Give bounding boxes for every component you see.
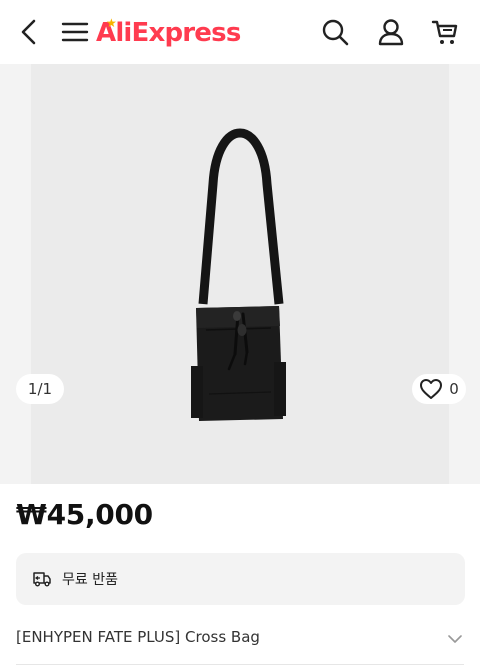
menu-icon[interactable] [60,18,90,46]
product-title: [ENHYPEN FATE PLUS] Cross Bag [16,628,260,646]
search-icon[interactable] [320,17,350,47]
cart-icon[interactable] [430,17,460,47]
brand-text: AliExpress [96,18,241,48]
product-title-row[interactable]: [ENHYPEN FATE PLUS] Cross Bag [0,618,480,658]
image-counter: 1/1 [16,374,64,404]
delivery-truck-icon [33,572,51,587]
top-header: ★ AliExpress [0,0,480,64]
product-image[interactable] [31,64,449,484]
chevron-down-icon[interactable] [446,630,464,648]
user-icon[interactable] [376,17,406,47]
product-gallery[interactable] [0,64,480,484]
wishlist-button[interactable]: 0 [412,374,466,404]
free-return-banner[interactable]: 무료 반품 [16,553,465,605]
wishlist-count: 0 [449,380,459,398]
heart-icon [420,379,443,399]
product-price: ₩45,000 [16,498,153,531]
image-counter-text: 1/1 [27,380,53,398]
divider [16,664,464,665]
back-icon[interactable] [16,18,44,46]
logo-star-icon: ★ [106,16,117,30]
aliexpress-logo[interactable]: ★ AliExpress [96,14,241,52]
free-return-label: 무료 반품 [62,572,118,588]
